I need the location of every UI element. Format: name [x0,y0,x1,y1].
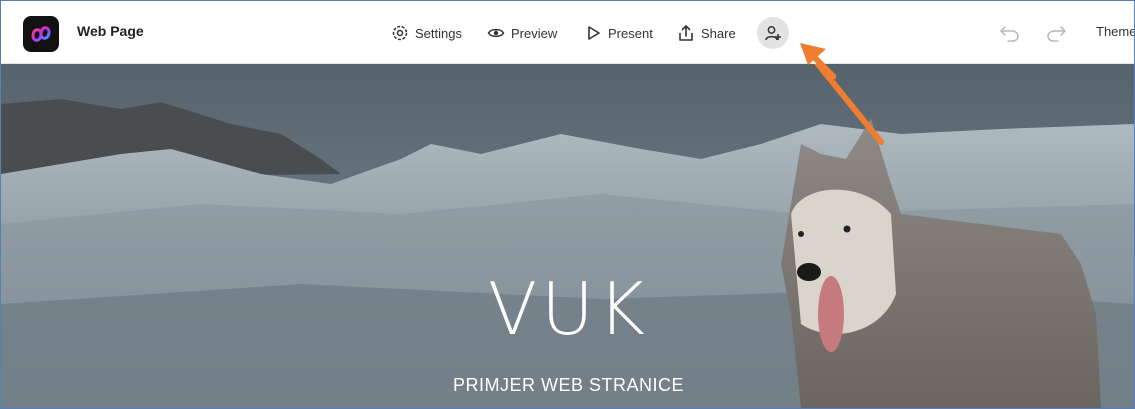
hero-banner[interactable]: VUK PRIMJER WEB STRANICE [1,64,1134,408]
present-label: Present [608,25,653,41]
play-icon [588,26,600,40]
undo-icon[interactable] [999,23,1021,43]
eye-icon [487,28,505,38]
document-title[interactable]: Web Page [77,23,144,39]
hero-subtitle[interactable]: PRIMJER WEB STRANICE [1,375,1134,396]
gear-icon [392,25,408,41]
preview-label: Preview [511,25,558,41]
share-upload-icon [679,25,693,41]
add-person-icon [765,26,781,41]
redo-icon[interactable] [1045,23,1067,43]
arrow-head-icon [800,43,836,79]
top-toolbar: Web Page Settings Preview Present Share … [1,1,1134,64]
app-logo-icon[interactable] [23,16,59,52]
invite-button[interactable] [757,17,789,49]
share-label: Share [701,25,736,41]
settings-button[interactable]: Settings [391,22,462,44]
app-window: Web Page Settings Preview Present Share … [0,0,1135,409]
present-button[interactable]: Present [586,22,653,44]
preview-button[interactable]: Preview [487,22,557,44]
settings-label: Settings [415,25,462,41]
hero-background-image [1,64,1134,408]
hero-title[interactable]: VUK [1,267,1134,351]
share-button[interactable]: Share [677,22,736,44]
themes-button[interactable]: Themes [1096,24,1134,39]
